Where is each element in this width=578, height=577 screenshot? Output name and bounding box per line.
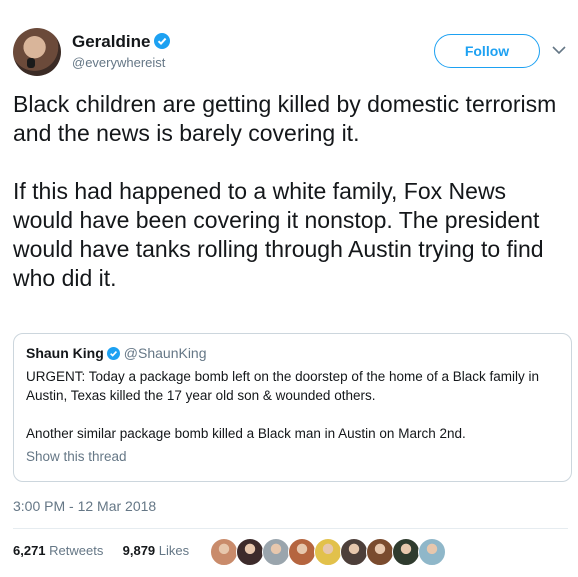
tweet-paragraph: If this had happened to a white family, … — [13, 178, 544, 291]
retweets-label[interactable]: Retweets — [49, 543, 103, 558]
liker-avatar[interactable] — [210, 538, 238, 566]
likes-count[interactable]: 9,879 — [123, 543, 156, 558]
liker-avatar[interactable] — [236, 538, 264, 566]
likes-label[interactable]: Likes — [159, 543, 189, 558]
quoted-author-name[interactable]: Shaun King — [26, 345, 104, 361]
verified-badge-icon — [106, 347, 120, 360]
author-avatar[interactable] — [13, 28, 61, 76]
tweet-timestamp[interactable]: 3:00 PM - 12 Mar 2018 — [13, 498, 156, 514]
liker-avatars — [210, 538, 446, 566]
liker-avatar[interactable] — [366, 538, 394, 566]
author-handle[interactable]: @everywhereist — [72, 55, 165, 70]
tweet-text: Black children are getting killed by dom… — [13, 90, 568, 293]
author-name-text[interactable]: Geraldine — [72, 32, 150, 51]
liker-avatar[interactable] — [314, 538, 342, 566]
chevron-down-icon[interactable] — [551, 42, 567, 58]
liker-avatar[interactable] — [288, 538, 316, 566]
quoted-paragraph: Another similar package bomb killed a Bl… — [26, 426, 466, 441]
quoted-tweet[interactable]: Shaun King @ShaunKing URGENT: Today a pac… — [13, 333, 572, 482]
tweet-stats: 6,271 Retweets 9,879 Likes — [13, 543, 189, 558]
quoted-paragraph: URGENT: Today a package bomb left on the… — [26, 369, 540, 403]
liker-avatar[interactable] — [340, 538, 368, 566]
divider — [13, 528, 568, 529]
author-name[interactable]: Geraldine — [72, 32, 171, 52]
show-thread-link[interactable]: Show this thread — [26, 449, 559, 464]
liker-avatar[interactable] — [392, 538, 420, 566]
liker-avatar[interactable] — [262, 538, 290, 566]
quoted-author-handle[interactable]: @ShaunKing — [124, 345, 207, 361]
quoted-tweet-header: Shaun King @ShaunKing — [26, 345, 559, 361]
tweet-paragraph: Black children are getting killed by dom… — [13, 91, 557, 146]
follow-button[interactable]: Follow — [434, 34, 540, 68]
quoted-tweet-text: URGENT: Today a package bomb left on the… — [26, 367, 559, 443]
retweets-count[interactable]: 6,271 — [13, 543, 46, 558]
liker-avatar[interactable] — [418, 538, 446, 566]
verified-badge-icon — [154, 33, 171, 49]
